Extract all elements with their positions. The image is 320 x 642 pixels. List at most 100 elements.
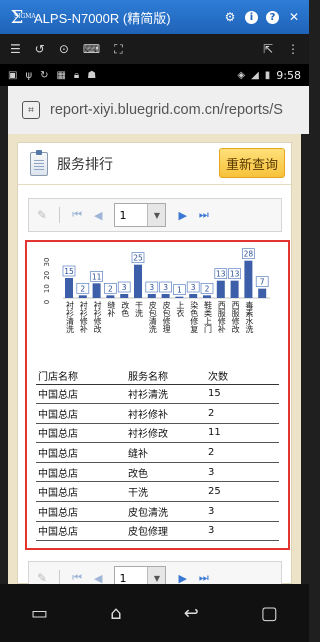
status-time: 9:58 <box>276 68 301 82</box>
data-label: 15 <box>64 267 74 276</box>
cell-service: 衬衫清洗 <box>128 384 208 405</box>
prev-page-icon[interactable]: ◀ <box>94 209 102 222</box>
bar <box>189 294 198 298</box>
cell-count: 3 <box>208 462 279 483</box>
cell-store: 中国总店 <box>36 462 128 483</box>
help-icon[interactable]: ? <box>266 10 279 24</box>
refresh-query-button[interactable]: 重新查询 <box>219 148 285 178</box>
category-label: 皮包清洗 <box>148 300 157 334</box>
menu-icon[interactable]: ☰ <box>10 42 21 56</box>
gear-icon[interactable]: ⚙ <box>223 10 237 24</box>
y-tick-label: 30 <box>43 258 51 267</box>
data-label: 11 <box>92 272 102 281</box>
cell-count: 3 <box>208 521 279 542</box>
info-icon[interactable]: i <box>245 10 258 24</box>
url-text[interactable]: report-xiyi.bluegrid.com.cn/reports/S <box>50 102 283 118</box>
android-icon: ☗ <box>87 69 97 81</box>
category-label: 西服修改 <box>231 301 240 334</box>
y-tick-label: 20 <box>43 271 51 280</box>
data-label: 13 <box>216 270 226 279</box>
category-label: 改色 <box>121 300 130 317</box>
bar <box>175 296 184 298</box>
data-label: 2 <box>80 284 85 293</box>
first-page-icon[interactable]: ⏮ <box>72 571 82 584</box>
table-row: 中国总店 皮包修理 3 <box>36 521 279 542</box>
prev-page-icon[interactable]: ◀ <box>94 572 102 585</box>
cell-store: 中国总店 <box>36 423 128 444</box>
data-label: 3 <box>122 283 127 292</box>
bar <box>134 264 142 298</box>
menu-key-icon[interactable]: ▭ <box>31 603 48 624</box>
data-label: 28 <box>244 250 254 259</box>
cell-count: 3 <box>208 501 279 522</box>
recents-key-icon[interactable]: ▢ <box>261 603 278 624</box>
cell-store: 中国总店 <box>36 403 128 424</box>
share-icon[interactable]: ⇱ <box>263 42 273 56</box>
column-header-count: 次数 <box>208 368 279 385</box>
bar <box>92 283 101 298</box>
column-header-service: 服务名称 <box>128 368 208 385</box>
cell-store: 中国总店 <box>36 481 128 503</box>
chevron-down-icon: ▼ <box>147 204 166 226</box>
category-label: 染色修复 <box>190 300 199 334</box>
cell-count: 2 <box>208 442 279 463</box>
rotate-icon[interactable]: ↺ <box>35 42 45 56</box>
fullscreen-icon[interactable]: ⛶ <box>114 42 122 57</box>
sim-icon: ▣ <box>8 69 18 81</box>
category-label: 衬衫修补 <box>79 300 88 334</box>
cell-count: 15 <box>208 384 279 405</box>
table-row: 中国总店 衬衫清洗 15 <box>36 384 279 405</box>
category-label: 衬衫清洗 <box>66 300 75 334</box>
bar <box>147 294 156 298</box>
url-bar[interactable]: ⌗ report-xiyi.bluegrid.com.cn/reports/S <box>8 86 309 134</box>
table-row: 中国总店 改色 3 <box>36 462 279 483</box>
table-row: 中国总店 干洗 25 <box>36 481 279 503</box>
cell-service: 干洗 <box>128 481 208 503</box>
window-title: ALPS-N7000R (精简版) <box>34 10 171 26</box>
pager-divider <box>59 207 61 223</box>
close-icon[interactable]: ✕ <box>287 10 301 24</box>
pager-divider <box>59 570 61 584</box>
cell-store: 中国总店 <box>36 442 128 463</box>
report-frame: 30 20 10 0 15 衬衫清洗 2 衬衫修补 11 衬衫修改 2 缝补 3 改色 25 干洗 3 皮包清洗 3… <box>25 240 290 550</box>
keyboard-icon[interactable]: ⌨ <box>83 42 100 56</box>
data-label: 25 <box>133 254 143 263</box>
last-page-icon[interactable]: ⏭ <box>199 571 209 584</box>
column-header-store: 门店名称 <box>36 368 128 385</box>
last-page-icon[interactable]: ⏭ <box>199 208 209 222</box>
service-table: 门店名称 服务名称 次数 中国总店 衬衫清洗 15 中国总店 衬衫修补 2 中国总店 衬衫修改… <box>36 368 279 542</box>
lock-icon: 🔒︎ <box>73 69 80 81</box>
bar <box>65 278 73 298</box>
sync-icon: ↻ <box>40 69 49 81</box>
back-key-icon[interactable]: ↩ <box>184 603 199 624</box>
bar <box>78 295 87 298</box>
eraser-icon[interactable]: ✎ <box>37 208 47 222</box>
first-page-icon[interactable]: ⏮ <box>72 208 82 222</box>
eraser-icon[interactable]: ✎ <box>37 571 47 584</box>
emulator-toolbar: ☰ ↺ ⊙ ⌨ ⛶ ⇱ ⋮ <box>0 34 309 64</box>
category-label: 毒素水洗 <box>245 300 254 334</box>
data-label: 3 <box>191 283 196 292</box>
more-icon[interactable]: ⋮ <box>287 42 299 56</box>
cell-service: 皮包清洗 <box>128 501 208 522</box>
data-label: 2 <box>205 284 210 293</box>
category-label: 干洗 <box>135 301 144 318</box>
pager-bottom: ✎ ⏮ ◀ 1 ▼ ▶ ⏭ <box>28 561 282 584</box>
table-row: 中国总店 缝补 2 <box>36 442 279 463</box>
cell-count: 25 <box>208 481 279 503</box>
next-page-icon[interactable]: ▶ <box>178 209 186 222</box>
bar <box>120 294 129 298</box>
category-label: 皮包修理 <box>162 300 171 333</box>
bar <box>230 280 239 298</box>
home-key-icon[interactable]: ⌂ <box>110 603 121 624</box>
window-titlebar: Σ SIGMA ALPS-N7000R (精简版) ⚙ i ? ✕ <box>0 0 309 34</box>
category-label: 衬衫修改 <box>93 300 102 334</box>
next-page-icon[interactable]: ▶ <box>178 572 186 585</box>
page-select[interactable]: 1 ▼ <box>114 203 167 227</box>
bar <box>106 295 115 298</box>
cell-service: 缝补 <box>128 442 208 463</box>
record-icon[interactable]: ⊙ <box>59 42 69 56</box>
page-select[interactable]: 1 ▼ <box>114 566 167 584</box>
wifi-icon: ◈ <box>237 69 246 81</box>
cell-store: 中国总店 <box>36 384 128 405</box>
